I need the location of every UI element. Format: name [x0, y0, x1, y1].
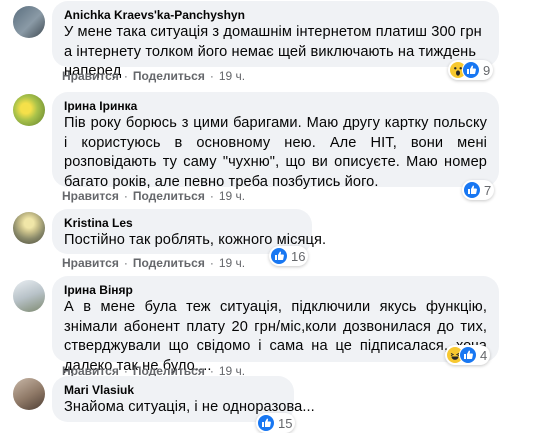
comment-text: Постійно так роблять, кожного місяця. [64, 232, 327, 248]
comment-author[interactable]: Ірина Іринка [64, 98, 487, 114]
like-button[interactable]: Нравится [62, 256, 119, 270]
reply-button[interactable]: Поделиться [133, 256, 205, 270]
like-reaction-icon [462, 61, 480, 79]
reaction-summary[interactable]: 9 [448, 60, 494, 80]
reaction-summary[interactable]: 7 [462, 180, 495, 200]
avatar[interactable] [13, 378, 45, 410]
reaction-count: 9 [483, 62, 491, 78]
like-reaction-icon [463, 181, 481, 199]
avatar[interactable] [13, 280, 45, 312]
comment-timestamp[interactable]: 19 ч. [219, 256, 245, 270]
comment-actions: Нравится · Поделиться · 19 ч. [62, 69, 246, 83]
reply-button[interactable]: Поделиться [133, 69, 205, 83]
like-reaction-icon [270, 247, 288, 265]
reaction-summary[interactable]: 15 [256, 413, 296, 433]
comment-author[interactable]: Anichka Kraevs'ka-Panchyshyn [64, 7, 487, 23]
comment-bubble: Ірина Іринка Пів року борюсь з цими бари… [52, 92, 499, 190]
reaction-count: 4 [480, 347, 488, 363]
avatar[interactable] [13, 94, 45, 126]
reply-button[interactable]: Поделиться [133, 189, 205, 203]
comment-timestamp[interactable]: 19 ч. [219, 189, 245, 203]
comment-bubble: Anichka Kraevs'ka-Panchyshyn У мене така… [52, 1, 499, 79]
comment-text: Пів року борюсь з цими баригами. Маю дру… [64, 115, 487, 190]
comment-author[interactable]: Mari Vlasiuk [64, 382, 282, 398]
reaction-summary[interactable]: 4 [445, 345, 491, 365]
like-button[interactable]: Нравится [62, 69, 119, 83]
avatar[interactable] [13, 6, 45, 38]
like-reaction-icon [257, 414, 275, 432]
comment-actions: Нравится · Поделиться · 19 ч. [62, 189, 246, 203]
comment-bubble: Ірина Віняр А в мене була теж ситуація, … [52, 276, 499, 374]
comment-actions: Нравится · Поделиться · 19 ч. [62, 256, 246, 270]
comment-timestamp[interactable]: 19 ч. [219, 69, 245, 83]
avatar[interactable] [13, 212, 45, 244]
comment-author[interactable]: Ірина Віняр [64, 282, 487, 298]
like-reaction-icon [459, 346, 477, 364]
reaction-count: 7 [484, 182, 492, 198]
reaction-count: 16 [291, 248, 306, 264]
like-button[interactable]: Нравится [62, 189, 119, 203]
reaction-count: 15 [278, 415, 293, 431]
comment-author[interactable]: Kristina Les [64, 215, 300, 231]
comment-text: Знайома ситуація, і не одноразова... [64, 399, 315, 415]
reaction-summary[interactable]: 16 [269, 246, 309, 266]
